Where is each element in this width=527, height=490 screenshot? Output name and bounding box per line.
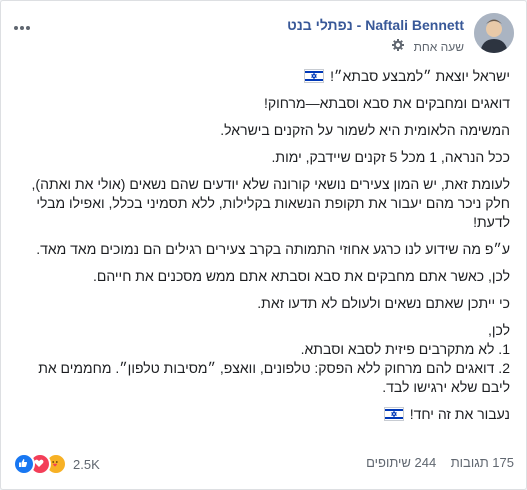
post-line: ישראל יוצאת ״למבצע סבתא״! [17, 67, 510, 86]
post-footer: 2.5K 175 תגובות 244 שיתופים [13, 453, 514, 475]
avatar[interactable] [474, 13, 514, 53]
shares-count[interactable]: 244 שיתופים [366, 455, 436, 470]
post-line: ככל הנראה, 1 מכל 5 זקנים שיידבק, ימות. [271, 149, 510, 165]
post-line: נעבור את זה יחד! [17, 405, 510, 424]
post-meta: שעה אחת [392, 39, 464, 54]
post-line: לכן, כאשר אתם מחבקים את סבא וסבתא אתם ממ… [92, 268, 510, 284]
post-line: המשימה הלאומית היא לשמור על הזקנים בישרא… [220, 122, 510, 138]
post-line: דואגים ומחבקים את סבא וסבתא—מרחוק! [263, 95, 510, 111]
post-card: Naftali Bennett - נפתלי בנט שעה אחת ישרא… [0, 0, 527, 490]
post-stats: 175 תגובות 244 שיתופים [366, 455, 514, 470]
israel-flag-icon [304, 69, 325, 83]
comments-count[interactable]: 175 תגובות [451, 455, 514, 470]
post-line: לכן, [487, 322, 510, 338]
post-line: ע״פ מה שידוע לנו כרגע אחוזי התמותה בקרב … [36, 241, 510, 257]
like-icon [13, 453, 35, 475]
post-body: ישראל יוצאת ״למבצע סבתא״! דואגים ומחבקים… [17, 67, 510, 432]
post-time[interactable]: שעה אחת [414, 40, 464, 54]
post-line: כי ייתכן שאתם נשאים ולעולם לא תדעו זאת. [257, 295, 510, 311]
post-line: 2. דואגים להם מרחוק ללא הפסק: טלפונים, ו… [38, 360, 510, 395]
gear-icon[interactable] [392, 39, 405, 54]
reactions-count[interactable]: 2.5K [73, 457, 100, 472]
author-name[interactable]: Naftali Bennett - נפתלי בנט [287, 17, 464, 33]
post-header: Naftali Bennett - נפתלי בנט שעה אחת [13, 11, 514, 57]
reactions-summary[interactable]: 2.5K [13, 453, 100, 475]
israel-flag-icon [383, 407, 404, 421]
post-line: לעומת זאת, יש המון צעירים נושאי קורונה ש… [31, 176, 510, 230]
more-dots-icon[interactable] [13, 15, 31, 36]
post-line: 1. לא מתקרבים פיזית לסבא וסבתא. [300, 341, 510, 357]
